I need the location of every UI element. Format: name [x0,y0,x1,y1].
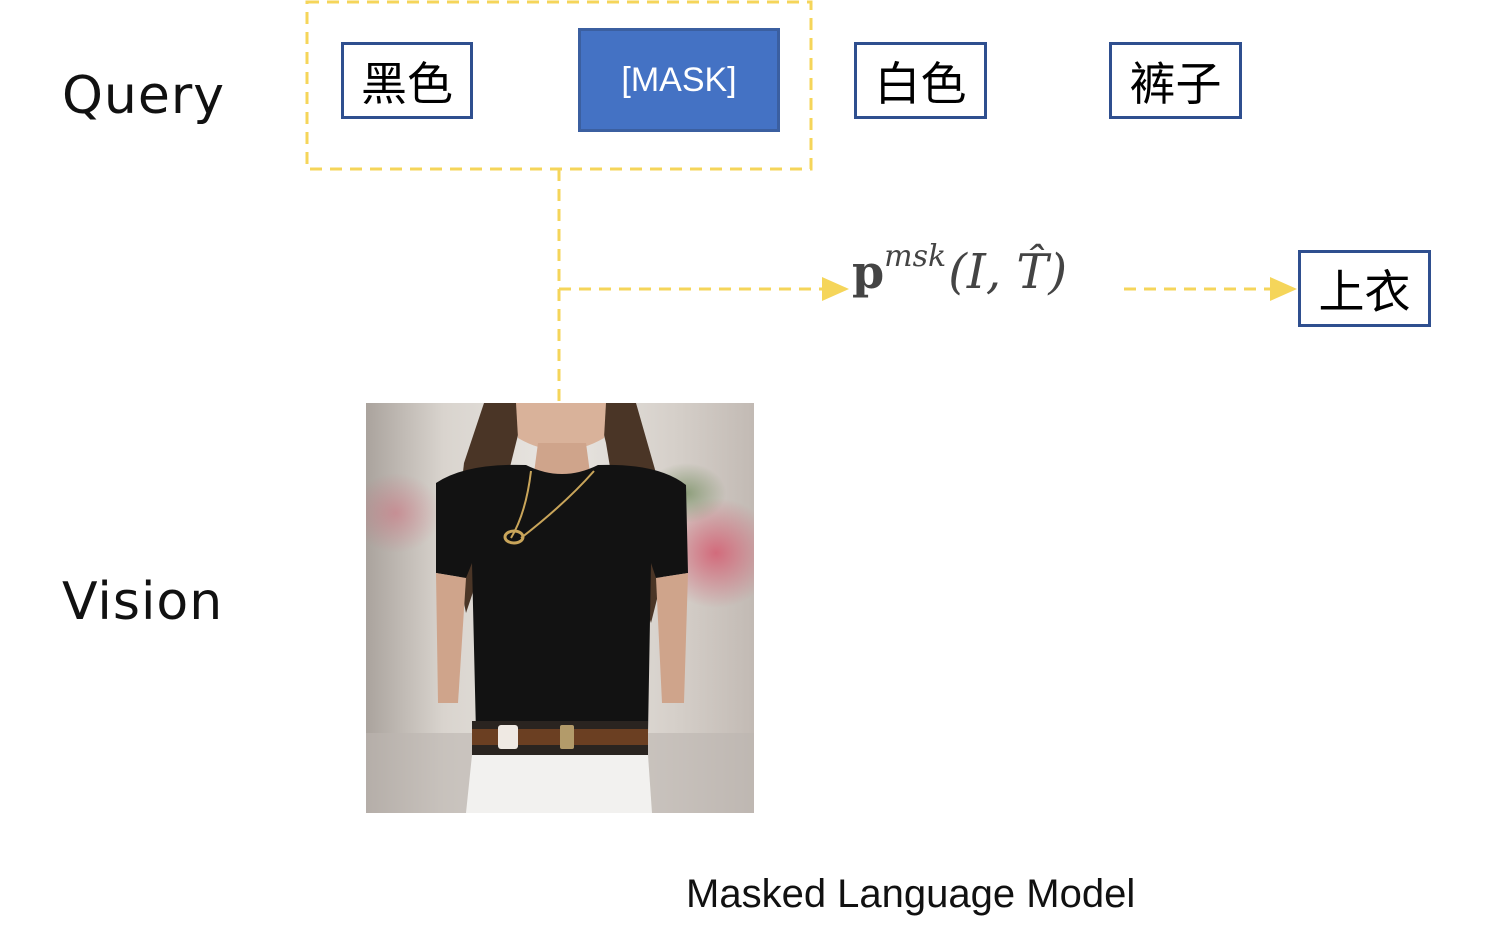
query-token-black: 黑色 [341,42,473,119]
query-token-mask: [MASK] [578,28,780,132]
formula-base: p [852,245,885,299]
formula-args: (I, T̂) [948,244,1068,300]
vision-label: Vision [62,572,224,632]
woman-black-tshirt-photo [366,403,754,813]
formula-superscript: msk [884,239,947,274]
predicted-token-top: 上衣 [1298,250,1431,327]
query-label: Query [62,66,226,126]
query-token-pants: 裤子 [1109,42,1242,119]
mlm-probability-formula: pmsk(I, T̂) [852,242,1067,299]
vision-image [366,403,754,813]
figure-caption: Masked Language Model [686,872,1136,916]
query-token-white: 白色 [854,42,987,119]
